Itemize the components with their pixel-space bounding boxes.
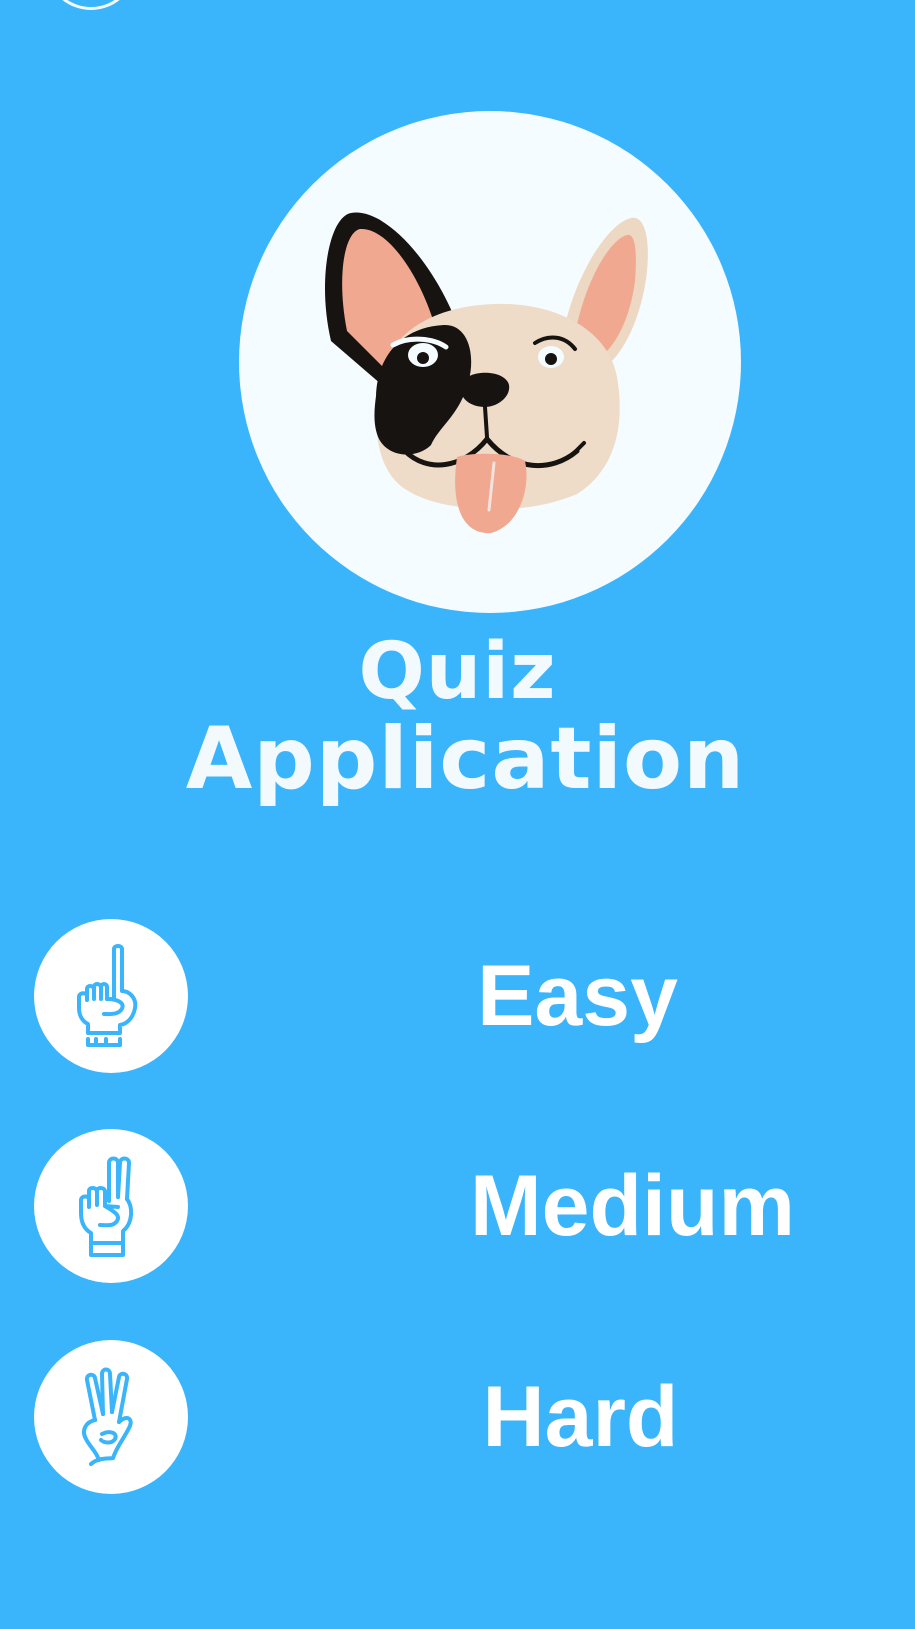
easy-level-button[interactable]: Easy [290,946,865,1046]
easy-level-icon-button[interactable] [34,919,188,1073]
app-title-line-1: Quiz [358,627,557,717]
two-finger-hand-icon [79,1156,134,1257]
medium-level-icon-button[interactable] [34,1129,188,1283]
one-finger-hand-icon [77,944,138,1047]
medium-level-button[interactable]: Medium [345,1156,915,1256]
app-logo [239,111,741,613]
french-bulldog-face-icon [324,212,648,534]
hard-level-button[interactable]: Hard [293,1367,868,1467]
corner-profile-badge[interactable] [45,0,137,10]
app-title-line-2: Application [185,709,746,809]
hard-level-icon-button[interactable] [34,1340,188,1494]
three-finger-hand-icon [82,1367,133,1466]
